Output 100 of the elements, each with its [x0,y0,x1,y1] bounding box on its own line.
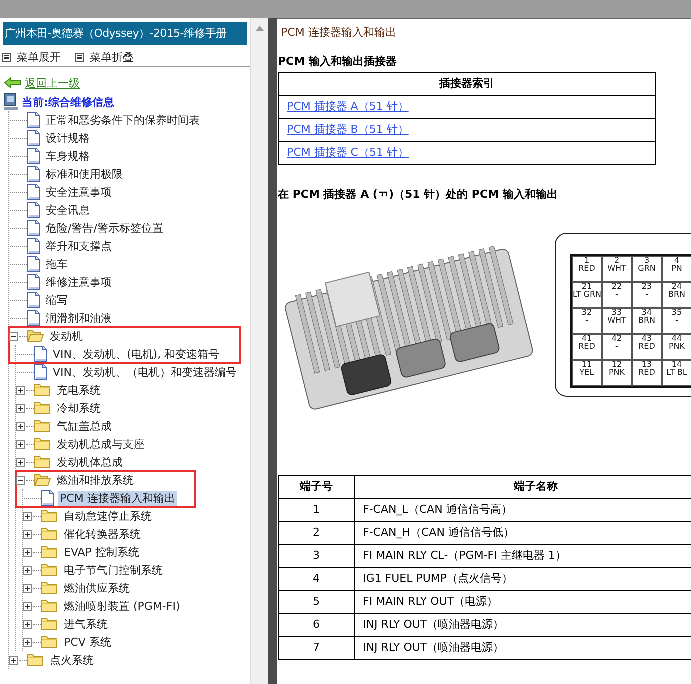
pin-label: 4 PN [662,256,691,282]
pin-label: 24 BRN [662,282,691,308]
tree-item[interactable]: 润滑剂和油液 [44,310,114,326]
pin-label: 3 GRN [632,256,662,282]
folder-icon [34,383,51,397]
expand-toggle[interactable] [16,440,25,448]
connector-link[interactable]: PCM 插接器 C（51 针） [287,146,409,159]
folder-icon [41,599,58,613]
pin-label: 41 RED [572,334,602,360]
collapse-toggle[interactable] [9,332,18,340]
column-header: 端子名称 [354,476,691,498]
folder-icon [34,473,51,487]
folder-icon [41,581,58,595]
tree-item[interactable]: 冷却系统 [55,400,103,416]
expand-toggle[interactable] [23,566,32,574]
tree-item[interactable]: PCM 连接器输入和输出 [58,490,178,506]
expand-toggle[interactable] [23,512,32,520]
table-cell: 2 [278,522,354,544]
tree-item[interactable]: 发动机体总成 [55,454,125,470]
pin-label: 1 RED [572,256,602,282]
pin-label: 14 LT BL [662,360,691,386]
collapse-toggle[interactable] [16,476,25,484]
tree-item[interactable]: 气缸盖总成 [55,418,114,434]
pin-label: 12 PNK [602,360,632,386]
folder-icon [34,455,51,469]
tree-item[interactable]: VIN、发动机、（电机）和变速器编号 [51,364,239,380]
expand-toggle[interactable] [16,404,25,412]
tree-item[interactable]: 危险/警告/警示标签位置 [44,220,166,236]
tree-item[interactable]: 发动机总成与支座 [55,436,147,452]
table-cell: 4 [278,568,354,590]
tree-item[interactable]: 燃油喷射装置 (PGM-FI) [62,598,182,614]
pin-label: 22 - [602,282,632,308]
expand-toggle[interactable] [16,386,25,394]
tree-item[interactable]: EVAP 控制系统 [62,544,142,560]
tree-item[interactable]: 举升和支撑点 [44,238,114,254]
table-cell: 5 [278,590,354,614]
pin-label: 11 YEL [572,360,602,386]
tree-item[interactable]: 车身规格 [44,148,92,164]
tree-item[interactable]: 拖车 [44,256,70,272]
document-icon [34,346,47,362]
pin-label: 32 - [572,308,602,334]
manual-title: 广州本田-奥德赛（Odyssey）-2015-维修手册 [3,22,247,45]
pin-label: 33 WHT [602,308,632,334]
document-icon [27,256,40,272]
section-heading: 在 PCM 插接器 A (ᆩ)（51 针）处的 PCM 输入和输出 [278,187,559,202]
connector-link[interactable]: PCM 插接器 A（51 针） [287,100,409,113]
tree-item[interactable]: 燃油供应系统 [62,580,132,596]
tree-item[interactable]: 安全注意事项 [44,184,114,200]
expand-toggle[interactable] [9,656,18,664]
expand-toggle[interactable] [16,422,25,430]
tree-item[interactable]: 电子节气门控制系统 [62,562,165,578]
expand-toggle[interactable] [23,548,32,556]
folder-icon [34,437,51,451]
back-link[interactable]: 返回上一级 [25,76,80,90]
tree-item[interactable]: 安全讯息 [44,202,92,218]
tree-item[interactable]: 发动机 [48,328,85,344]
expand-toggle[interactable] [16,458,25,466]
folder-icon [27,653,44,667]
expand-toggle[interactable] [23,620,32,628]
page-title: PCM 连接器输入和输出 [281,25,398,40]
connector-link[interactable]: PCM 插接器 B（51 针） [287,123,409,136]
pin-label: 13 RED [632,360,662,386]
document-icon [27,148,40,164]
folder-icon [41,635,58,649]
tree-item[interactable]: 点火系统 [48,652,96,668]
expand-toggle[interactable] [23,602,32,610]
document-icon [27,112,40,128]
tree-item[interactable]: 自动怠速停止系统 [62,508,154,524]
tree-item[interactable]: 催化转换器系统 [62,526,143,542]
tree-item[interactable]: 充电系统 [55,382,103,398]
tree-item[interactable]: 正常和恶劣条件下的保养时间表 [44,112,202,128]
document-icon [34,364,47,380]
document-icon [27,202,40,218]
pin-label: 23 - [632,282,662,308]
current-section-label: 当前:综合维修信息 [22,94,114,110]
table-header: 插接器索引 [278,72,656,96]
document-icon [27,184,40,200]
column-header: 端子号 [278,476,354,498]
tree-item[interactable]: 缩写 [44,292,70,308]
expand-toggle[interactable] [23,584,32,592]
table-cell: 3 [278,544,354,568]
folder-icon [41,617,58,631]
tree-item[interactable]: VIN、发动机、(电机), 和变速箱号 [51,346,222,362]
folder-icon [41,509,58,523]
tree-item[interactable]: 设计规格 [44,130,92,146]
tree-item[interactable]: 标准和使用极限 [44,166,125,182]
expand-toggle[interactable] [23,638,32,646]
back-arrow-icon [4,77,22,89]
menu-toggle-button[interactable]: 菜单展开 [2,49,61,66]
tree-item[interactable]: 进气系统 [62,616,110,632]
expand-toggle[interactable] [23,530,32,538]
tree-item[interactable]: 燃油和排放系统 [55,472,136,488]
pin-label: 34 BRN [632,308,662,334]
tree-item[interactable]: PCV 系统 [62,634,114,650]
pin-label: 42 - [602,334,632,360]
document-icon [41,490,54,506]
table-cell: 7 [278,636,354,660]
menu-toggle-button[interactable]: 菜单折叠 [75,49,134,66]
folder-icon [41,545,58,559]
tree-item[interactable]: 维修注意事项 [44,274,114,290]
